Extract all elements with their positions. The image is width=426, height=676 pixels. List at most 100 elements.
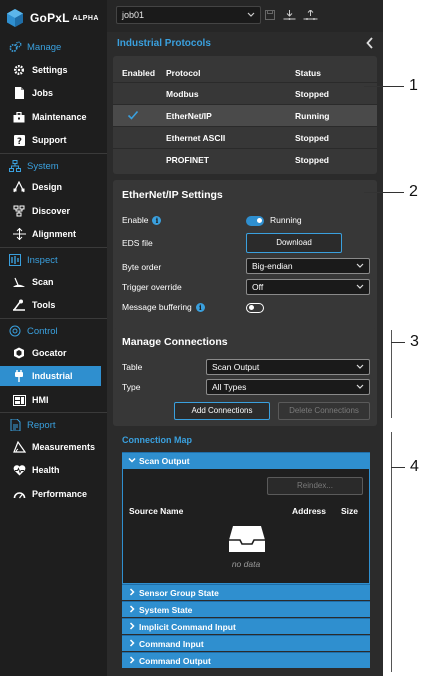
- sidebar-item-label: Support: [32, 135, 67, 145]
- industrial-protocols-panel: Industrial Protocols Enabled Protocol St…: [107, 32, 383, 676]
- chevron-left-icon: [366, 37, 373, 49]
- toggle-knob: [248, 305, 254, 310]
- col-header-source: Source Name: [129, 506, 184, 516]
- byte-order-select[interactable]: Big-endian: [246, 258, 370, 274]
- logo-cube-icon: [7, 9, 23, 27]
- sidebar-item-industrial[interactable]: Industrial: [0, 366, 101, 386]
- sidebar-item-gocator[interactable]: Gocator: [0, 343, 101, 363]
- control-icon: [8, 324, 22, 338]
- protocol-status: Stopped: [295, 155, 329, 165]
- accordion-sensor-group-state[interactable]: Sensor Group State: [122, 584, 370, 600]
- export-icon[interactable]: [303, 9, 318, 21]
- sidebar-item-settings[interactable]: Settings: [0, 60, 101, 80]
- type-label: Type: [122, 382, 141, 392]
- accordion-system-state[interactable]: System State: [122, 601, 370, 617]
- sidebar-item-performance[interactable]: Performance: [0, 484, 101, 504]
- sidebar-item-measurements[interactable]: Measurements: [0, 437, 101, 457]
- nav-section-label: Control: [27, 325, 58, 337]
- nav-section-label: Manage: [27, 41, 62, 53]
- hmi-icon: [12, 393, 26, 407]
- app-edition: ALPHA: [72, 14, 99, 22]
- chevron-down-icon: [356, 360, 364, 378]
- sidebar-item-discover[interactable]: Discover: [0, 201, 101, 221]
- protocol-row-profinet[interactable]: PROFINET Stopped: [113, 148, 377, 170]
- sidebar-item-health[interactable]: Health: [0, 460, 101, 480]
- alignment-icon: [12, 227, 26, 241]
- checkmark-icon[interactable]: [127, 109, 139, 123]
- gear-icon: [12, 63, 26, 77]
- load-icon[interactable]: [283, 9, 296, 21]
- save-icon[interactable]: [265, 9, 275, 21]
- sidebar-item-label: Performance: [32, 489, 88, 499]
- accordion-implicit-command-input[interactable]: Implicit Command Input: [122, 618, 370, 634]
- heart-icon: [12, 463, 26, 477]
- sidebar-item-label: Tools: [32, 300, 56, 310]
- sidebar-item-maintenance[interactable]: Maintenance: [0, 107, 101, 127]
- network-icon: [8, 159, 22, 173]
- scan-output-body: Reindex... Source Name Address Size no d…: [122, 468, 370, 584]
- panel-title: Industrial Protocols: [117, 38, 211, 49]
- nav-section-control[interactable]: Control: [0, 321, 107, 341]
- callout-leader-3: [391, 342, 405, 343]
- chevron-down-icon: [356, 259, 364, 277]
- sidebar-item-support[interactable]: ? Support: [0, 130, 101, 150]
- trigger-override-select[interactable]: Off: [246, 279, 370, 295]
- delete-connections-button[interactable]: Delete Connections: [278, 402, 370, 420]
- collapse-panel-button[interactable]: [366, 37, 374, 52]
- nav-section-report[interactable]: Report: [0, 415, 107, 435]
- byte-order-label: Byte order: [122, 262, 162, 272]
- type-select[interactable]: All Types: [206, 379, 370, 395]
- manage-connections: Manage Connections Table Scan Output Typ…: [113, 328, 377, 426]
- sidebar-item-hmi[interactable]: HMI: [0, 390, 101, 410]
- job-selector[interactable]: job01: [116, 6, 261, 24]
- nav-section-label: Inspect: [27, 254, 58, 266]
- app-name: GoPxL: [30, 11, 70, 25]
- table-value: Scan Output: [212, 362, 260, 372]
- info-icon[interactable]: i: [195, 302, 205, 312]
- sidebar-item-label: Gocator: [32, 348, 67, 358]
- message-buffering-toggle[interactable]: [246, 303, 264, 313]
- col-header-address: Address: [292, 506, 327, 516]
- callout-leader-2: [364, 192, 404, 193]
- info-icon[interactable]: i: [152, 215, 162, 225]
- protocol-name: Ethernet ASCII: [166, 133, 226, 143]
- protocol-row-ethernetip[interactable]: EtherNet/IP Running: [113, 104, 377, 126]
- accordion-label: Scan Output: [139, 456, 190, 466]
- gocator-icon: [12, 346, 26, 360]
- sidebar-item-label: Discover: [32, 206, 71, 216]
- nav-section-manage[interactable]: Manage: [0, 37, 107, 57]
- nav-section-label: Report: [27, 419, 56, 431]
- sidebar-divider: [0, 412, 107, 413]
- empty-state-text: no data: [231, 559, 261, 569]
- sidebar-item-label: Industrial: [32, 371, 73, 381]
- accordion-scan-output[interactable]: Scan Output: [122, 452, 370, 468]
- sidebar-item-design[interactable]: Design: [0, 177, 101, 197]
- sidebar-item-jobs[interactable]: Jobs: [0, 83, 101, 103]
- manage-connections-title: Manage Connections: [122, 336, 228, 348]
- byte-order-value: Big-endian: [252, 261, 293, 271]
- nav-section-label: System: [27, 160, 59, 172]
- sidebar-item-label: Scan: [32, 277, 54, 287]
- accordion-label: Sensor Group State: [139, 588, 219, 598]
- sidebar-item-scan[interactable]: Scan: [0, 272, 101, 292]
- app-logo: GoPxL ALPHA: [6, 6, 99, 30]
- protocol-row-ethernet-ascii[interactable]: Ethernet ASCII Stopped: [113, 126, 377, 148]
- message-buffering-text: Message buffering: [122, 302, 192, 312]
- table-select[interactable]: Scan Output: [206, 359, 370, 375]
- enable-toggle[interactable]: [246, 216, 264, 226]
- reindex-button[interactable]: Reindex...: [267, 477, 363, 495]
- plug-icon: [12, 369, 26, 383]
- nav-section-system[interactable]: System: [0, 156, 107, 176]
- nav-section-inspect[interactable]: Inspect: [0, 250, 107, 270]
- download-eds-button[interactable]: Download: [246, 233, 342, 253]
- accordion-command-input[interactable]: Command Input: [122, 635, 370, 651]
- protocol-row-modbus[interactable]: Modbus Stopped: [113, 82, 377, 104]
- sidebar-divider: [0, 153, 107, 154]
- sidebar-item-tools[interactable]: Tools: [0, 295, 101, 315]
- sidebar-item-alignment[interactable]: Alignment: [0, 224, 101, 244]
- sidebar-item-label: Alignment: [32, 229, 76, 239]
- chevron-down-icon: [356, 380, 364, 398]
- add-connections-button[interactable]: Add Connections: [174, 402, 270, 420]
- accordion-command-output[interactable]: Command Output: [122, 652, 370, 668]
- sidebar-divider: [0, 247, 107, 248]
